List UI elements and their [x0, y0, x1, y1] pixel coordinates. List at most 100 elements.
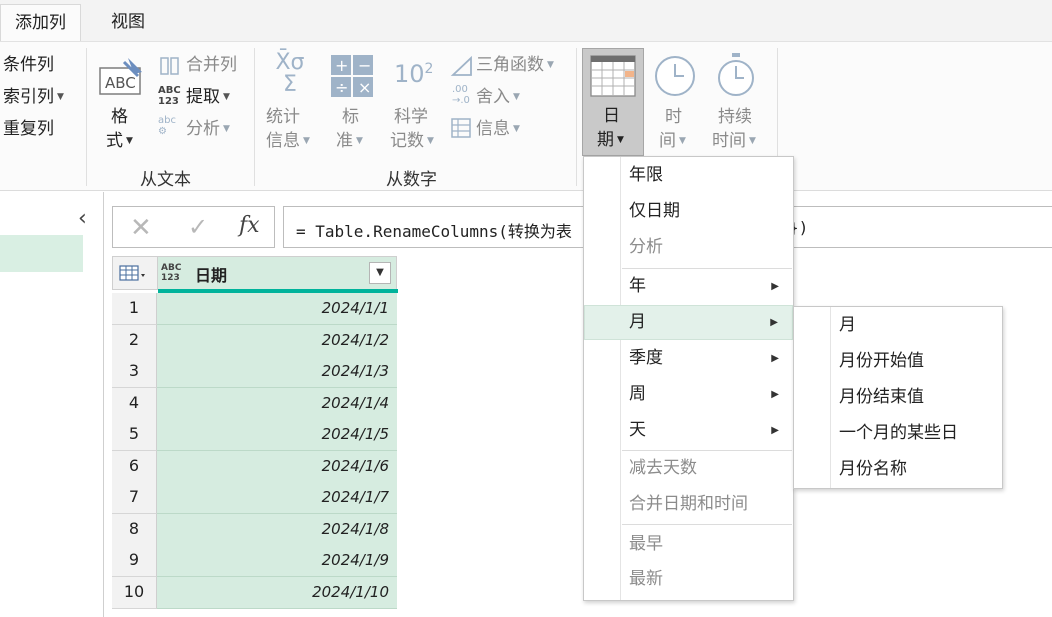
menu-item-parse[interactable]: 分析: [584, 230, 793, 265]
standard-button[interactable]: + − ÷ × 标 准 ▼: [328, 50, 378, 155]
information-label: 信息: [476, 119, 510, 139]
parse-label: 分析: [186, 119, 220, 139]
time-button[interactable]: 时 间 ▼: [650, 50, 700, 155]
date-cell[interactable]: 2024/1/8: [157, 513, 397, 546]
date-cell[interactable]: 2024/1/5: [157, 419, 397, 451]
trigonometry-label: 三角函数: [476, 55, 544, 75]
row-number[interactable]: 2: [112, 324, 157, 357]
table-row[interactable]: 2 2024/1/2: [112, 324, 397, 357]
submenu-item-end-of-month[interactable]: 月份结束值: [839, 379, 924, 415]
parse-icon: abc ⚙: [158, 115, 176, 137]
date-cell[interactable]: 2024/1/7: [157, 482, 397, 514]
dropdown-caret-icon: ▼: [126, 136, 133, 146]
menu-item-earliest[interactable]: 最早: [584, 527, 793, 562]
submenu-item-month-name[interactable]: 月份名称: [839, 451, 907, 487]
table-row[interactable]: 3 2024/1/3: [112, 356, 397, 388]
menu-gutter: [830, 307, 831, 488]
group-label-from-number: 从数字: [386, 170, 437, 190]
table-row[interactable]: 10 2024/1/10: [112, 576, 397, 609]
row-number[interactable]: 6: [112, 450, 157, 483]
menu-item-age[interactable]: 年限: [584, 158, 793, 193]
submenu-arrow-icon: ▶: [770, 317, 778, 328]
index-column-button[interactable]: 索引列 ▼: [3, 86, 64, 108]
duplicate-column-button[interactable]: 重复列: [3, 118, 54, 140]
scientific-label-2: 记数 ▼: [390, 131, 434, 151]
date-cell[interactable]: 2024/1/6: [157, 450, 397, 483]
date-cell[interactable]: 2024/1/3: [157, 356, 397, 388]
row-number[interactable]: 4: [112, 387, 157, 420]
menu-item-week[interactable]: 周 ▶: [584, 377, 793, 412]
dropdown-caret-icon: ▼: [303, 136, 310, 146]
trigonometry-icon: [450, 55, 472, 76]
date-button[interactable]: 日 期 ▼: [582, 48, 644, 156]
menu-item-day[interactable]: 天 ▶: [584, 413, 793, 448]
date-cell[interactable]: 2024/1/2: [157, 324, 397, 357]
commit-formula-icon[interactable]: ✓: [188, 213, 208, 241]
conditional-column-button[interactable]: 条件列: [3, 54, 54, 76]
submenu-arrow-icon: ▶: [771, 425, 779, 436]
format-button[interactable]: ABC 格 式 ▼: [94, 50, 150, 155]
duration-button[interactable]: 持续 时间 ▼: [708, 50, 768, 155]
column-header[interactable]: ABC 123 日期 ▼: [112, 256, 398, 293]
scientific-button[interactable]: 102 科学 记数 ▼: [388, 50, 444, 155]
menu-item-quarter-label: 季度: [629, 348, 663, 368]
trigonometry-button[interactable]: 三角函数 ▼: [476, 54, 554, 76]
type-any-icon[interactable]: ABC 123: [161, 263, 181, 283]
date-cell[interactable]: 2024/1/4: [157, 387, 397, 420]
month-submenu: 月 月份开始值 月份结束值 一个月的某些日 月份名称: [793, 306, 1003, 489]
stopwatch-icon: [718, 53, 754, 96]
dropdown-caret-icon: ▼: [57, 92, 64, 102]
formula-text: = Table.RenameColumns(转换为表: [296, 222, 572, 241]
submenu-item-start-of-month[interactable]: 月份开始值: [839, 343, 924, 379]
extract-button[interactable]: 提取 ▼: [186, 86, 230, 108]
table-row[interactable]: 5 2024/1/5: [112, 419, 397, 451]
table-row[interactable]: 1 2024/1/1: [112, 293, 397, 325]
table-row[interactable]: 4 2024/1/4: [112, 387, 397, 420]
table-menu-corner[interactable]: [113, 257, 158, 289]
menu-item-latest[interactable]: 最新: [584, 562, 793, 597]
menu-item-quarter[interactable]: 季度 ▶: [584, 341, 793, 376]
table-row[interactable]: 9 2024/1/9: [112, 545, 397, 577]
rounding-button[interactable]: 舍入 ▼: [476, 86, 520, 108]
date-cell[interactable]: 2024/1/10: [157, 576, 397, 609]
cancel-formula-icon[interactable]: ✕: [130, 213, 152, 243]
menu-item-date-only[interactable]: 仅日期: [584, 194, 793, 229]
information-button[interactable]: 信息 ▼: [476, 118, 520, 140]
calendar-icon: [590, 55, 636, 97]
menu-item-year[interactable]: 年 ▶: [584, 269, 793, 304]
parse-button[interactable]: 分析 ▼: [186, 118, 230, 140]
duration-label-1: 持续: [718, 107, 752, 127]
dropdown-caret-icon: ▼: [427, 136, 434, 146]
date-cell[interactable]: 2024/1/1: [157, 293, 397, 325]
menu-item-combine-date-time[interactable]: 合并日期和时间: [584, 487, 793, 522]
extract-icon: ABC 123: [158, 85, 181, 107]
filter-dropdown-icon[interactable]: ▼: [369, 262, 391, 284]
table-row[interactable]: 7 2024/1/7: [112, 482, 397, 514]
row-number[interactable]: 7: [112, 482, 157, 514]
row-number[interactable]: 10: [112, 576, 157, 609]
ribbon: 条件列 索引列 ▼ 重复列 ABC 格 式 ▼ 合并列 ABC 123 提取 ▼ abc…: [0, 41, 1052, 191]
svg-text:−: −: [358, 56, 371, 75]
collapse-pane-icon[interactable]: ‹: [78, 206, 87, 231]
menu-item-subtract-days[interactable]: 减去天数: [584, 451, 793, 486]
submenu-item-month[interactable]: 月: [839, 307, 856, 343]
selected-query-item[interactable]: [0, 235, 83, 272]
table-row[interactable]: 6 2024/1/6: [112, 450, 397, 483]
row-number[interactable]: 3: [112, 356, 157, 388]
fx-icon[interactable]: fx: [239, 213, 260, 238]
time-label-2: 间 ▼: [659, 131, 686, 151]
duration-label-2: 时间 ▼: [712, 131, 756, 151]
row-number[interactable]: 5: [112, 419, 157, 451]
date-cell[interactable]: 2024/1/9: [157, 545, 397, 577]
row-number[interactable]: 9: [112, 545, 157, 577]
tab-view[interactable]: 视图: [97, 4, 159, 42]
table-row[interactable]: 8 2024/1/8: [112, 513, 397, 546]
row-number[interactable]: 1: [112, 293, 157, 325]
merge-columns-button[interactable]: 合并列: [186, 54, 237, 76]
row-number[interactable]: 8: [112, 513, 157, 546]
submenu-item-days-in-month[interactable]: 一个月的某些日: [839, 415, 958, 451]
menu-item-month[interactable]: 月 ▶: [584, 305, 793, 340]
tab-add-column[interactable]: 添加列: [0, 4, 81, 42]
dropdown-caret-icon: ▼: [547, 60, 554, 70]
statistics-button[interactable]: X̄σ Σ 统计 信息 ▼: [262, 50, 318, 155]
